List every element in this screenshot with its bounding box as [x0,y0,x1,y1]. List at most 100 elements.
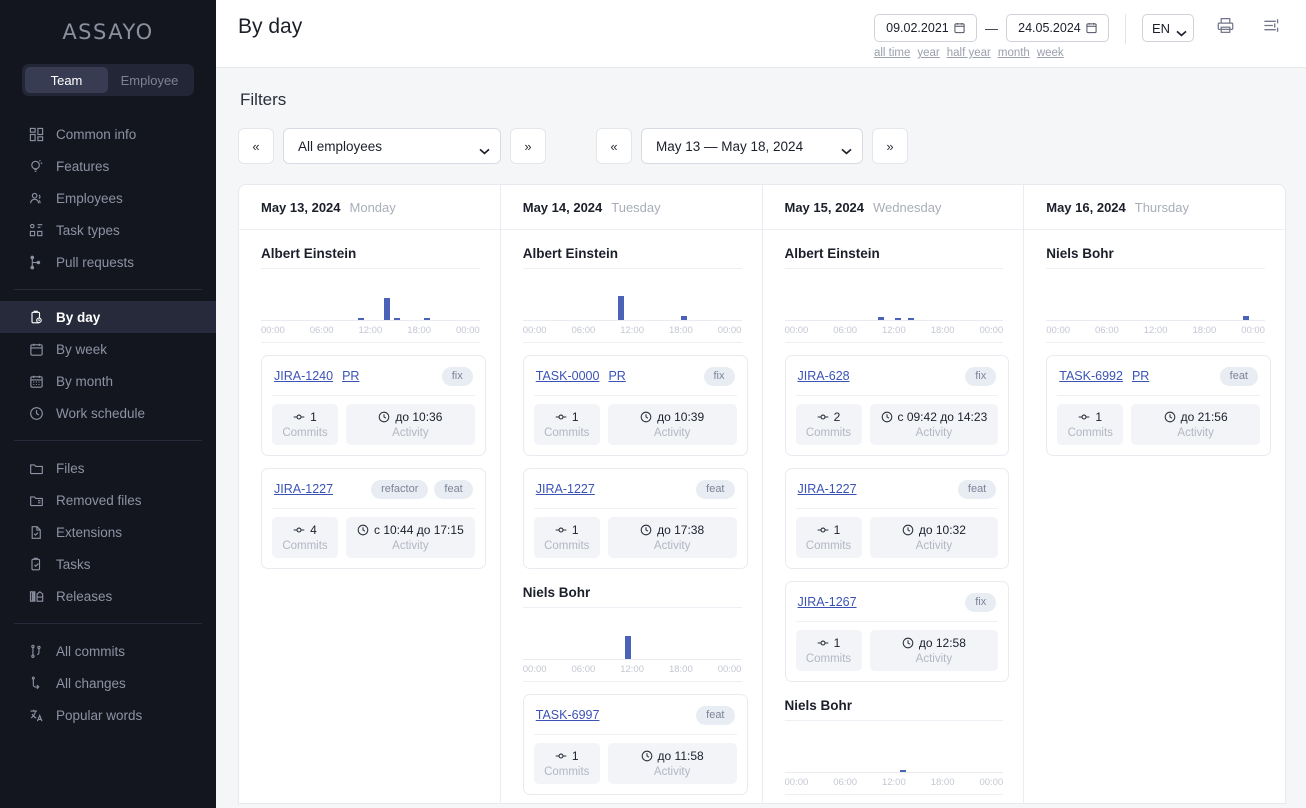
quick-link-month[interactable]: month [998,47,1030,59]
sidebar-item-removed-files[interactable]: Removed files [0,484,216,516]
task-card[interactable]: JIRA-628fix2Commitsс 09:42 до 14:23Activ… [785,355,1010,456]
sidebar-item-extensions[interactable]: Extensions [0,516,216,548]
chart-axis: 00:0006:0012:0018:0000:00 [1046,321,1265,343]
task-card[interactable]: JIRA-1267fix1Commitsдо 12:58Activity [785,581,1010,682]
task-pr-link[interactable]: PR [1132,369,1149,383]
quick-link-year[interactable]: year [917,47,939,59]
task-tag: fix [965,367,996,386]
stat-commits: 1Commits [796,517,862,558]
task-divider [796,395,999,396]
task-card[interactable]: JIRA-1240PRfix1Commitsдо 10:36Activity [261,355,486,456]
task-tag: fix [704,367,735,386]
period-select[interactable]: May 13 — May 18, 2024 [641,128,863,164]
stat-activity-label: Activity [350,427,471,439]
tab-employee[interactable]: Employee [108,67,191,93]
sidebar-item-by-month[interactable]: By month [0,365,216,397]
day-header: May 13, 2024Monday [239,185,500,230]
sidebar-item-employees[interactable]: Employees [0,182,216,214]
stat-commits-label: Commits [276,540,334,552]
main-area: By day 09.02.2021 — 24.05.2024 [216,0,1306,808]
sidebar-item-features[interactable]: Features [0,150,216,182]
stat-activity: с 10:44 до 17:15Activity [346,517,475,558]
day-weekday: Thursday [1135,200,1189,215]
sidebar-item-by-week[interactable]: By week [0,333,216,365]
day-body: Albert Einstein00:0006:0012:0018:0000:00… [239,230,500,569]
sidebar-item-by-day[interactable]: By day [0,301,216,333]
sidebar-item-releases[interactable]: Releases [0,580,216,612]
nav-group-history: All commits All changes [0,635,216,731]
quick-link-week[interactable]: week [1037,47,1064,59]
tab-team[interactable]: Team [25,67,108,93]
chart-axis-tick: 00:00 [979,777,1003,788]
nav-group-files: Files Removed files Exte [0,452,216,612]
task-id-link[interactable]: JIRA-1240 [274,369,333,383]
task-pr-link[interactable]: PR [342,369,359,383]
period-next-button[interactable]: » [872,128,908,164]
task-id-link[interactable]: JIRA-1227 [274,482,333,496]
sidebar-item-work-schedule[interactable]: Work schedule [0,397,216,429]
sidebar-item-label: Files [56,461,85,476]
chart-plot [785,721,1004,773]
quick-link-all-time[interactable]: all time [874,47,910,59]
sidebar-item-files[interactable]: Files [0,452,216,484]
clock-icon [1164,411,1176,423]
employee-prev-button[interactable]: « [238,128,274,164]
activity-chart: 00:0006:0012:0018:0000:00 [785,720,1004,795]
date-to-input[interactable]: 24.05.2024 [1006,14,1109,42]
task-id-link[interactable]: TASK-6997 [536,708,600,722]
stat-activity-value: до 10:39 [612,410,733,424]
task-id-link[interactable]: JIRA-1227 [536,482,595,496]
date-from-input[interactable]: 09.02.2021 [874,14,977,42]
stat-commits-value: 2 [800,410,858,424]
task-pr-link[interactable]: PR [608,369,625,383]
task-divider [534,508,737,509]
sidebar-item-pull-requests[interactable]: Pull requests [0,246,216,278]
task-header: TASK-6992PRfeat [1057,365,1260,387]
settings-button[interactable] [1256,14,1286,42]
app-logo-text: ASSAYO [62,20,153,44]
task-tags: feat [958,480,996,499]
employee-name: Niels Bohr [785,682,1010,720]
task-divider [272,395,475,396]
calendar-icon[interactable] [1086,22,1097,34]
employee-next-button[interactable]: » [510,128,546,164]
chart-bar [681,316,687,320]
task-card[interactable]: JIRA-1227refactorfeat4Commitsс 10:44 до … [261,468,486,569]
calendar-icon[interactable] [954,22,965,34]
quick-link-half-year[interactable]: half year [947,47,991,59]
print-button[interactable] [1210,14,1240,42]
sidebar-item-all-changes[interactable]: All changes [0,667,216,699]
activity-chart: 00:0006:0012:0018:0000:00 [1046,268,1265,343]
task-id-link[interactable]: TASK-6992 [1059,369,1123,383]
git-commit-icon [817,411,829,423]
clipboard-clock-icon [28,309,44,325]
sidebar-item-popular-words[interactable]: Popular words [0,699,216,731]
task-card[interactable]: JIRA-1227feat1Commitsдо 10:32Activity [785,468,1010,569]
sidebar-item-common-info[interactable]: Common info [0,118,216,150]
employee-select[interactable]: All employees [283,128,501,164]
task-card[interactable]: TASK-6992PRfeat1Commitsдо 21:56Activity [1046,355,1271,456]
task-card[interactable]: TASK-0000PRfix1Commitsдо 10:39Activity [523,355,748,456]
sidebar-item-label: Work schedule [56,406,145,421]
stat-commits-value: 1 [800,523,858,537]
sidebar-item-task-types[interactable]: Task types [0,214,216,246]
date-range-dash: — [985,21,998,36]
stat-activity: до 17:38Activity [608,517,737,558]
page-title: By day [238,14,302,40]
stat-commits: 1Commits [272,404,338,445]
task-card[interactable]: JIRA-1227feat1Commitsдо 17:38Activity [523,468,748,569]
nav-group-overview: Common info Features Employees [0,118,216,278]
period-prev-button[interactable]: « [596,128,632,164]
git-commit-icon [555,524,567,536]
task-id-link[interactable]: TASK-0000 [536,369,600,383]
task-id-link[interactable]: JIRA-1227 [798,482,857,496]
stat-activity-label: Activity [612,766,733,778]
task-card[interactable]: TASK-6997feat1Commitsдо 11:58Activity [523,694,748,795]
task-id-link[interactable]: JIRA-1267 [798,595,857,609]
chart-axis-tick: 00:00 [718,664,742,675]
sidebar-item-all-commits[interactable]: All commits [0,635,216,667]
sidebar-item-tasks[interactable]: Tasks [0,548,216,580]
task-id-link[interactable]: JIRA-628 [798,369,850,383]
date-from-value: 09.02.2021 [886,21,949,35]
language-select[interactable]: EN [1142,14,1194,42]
